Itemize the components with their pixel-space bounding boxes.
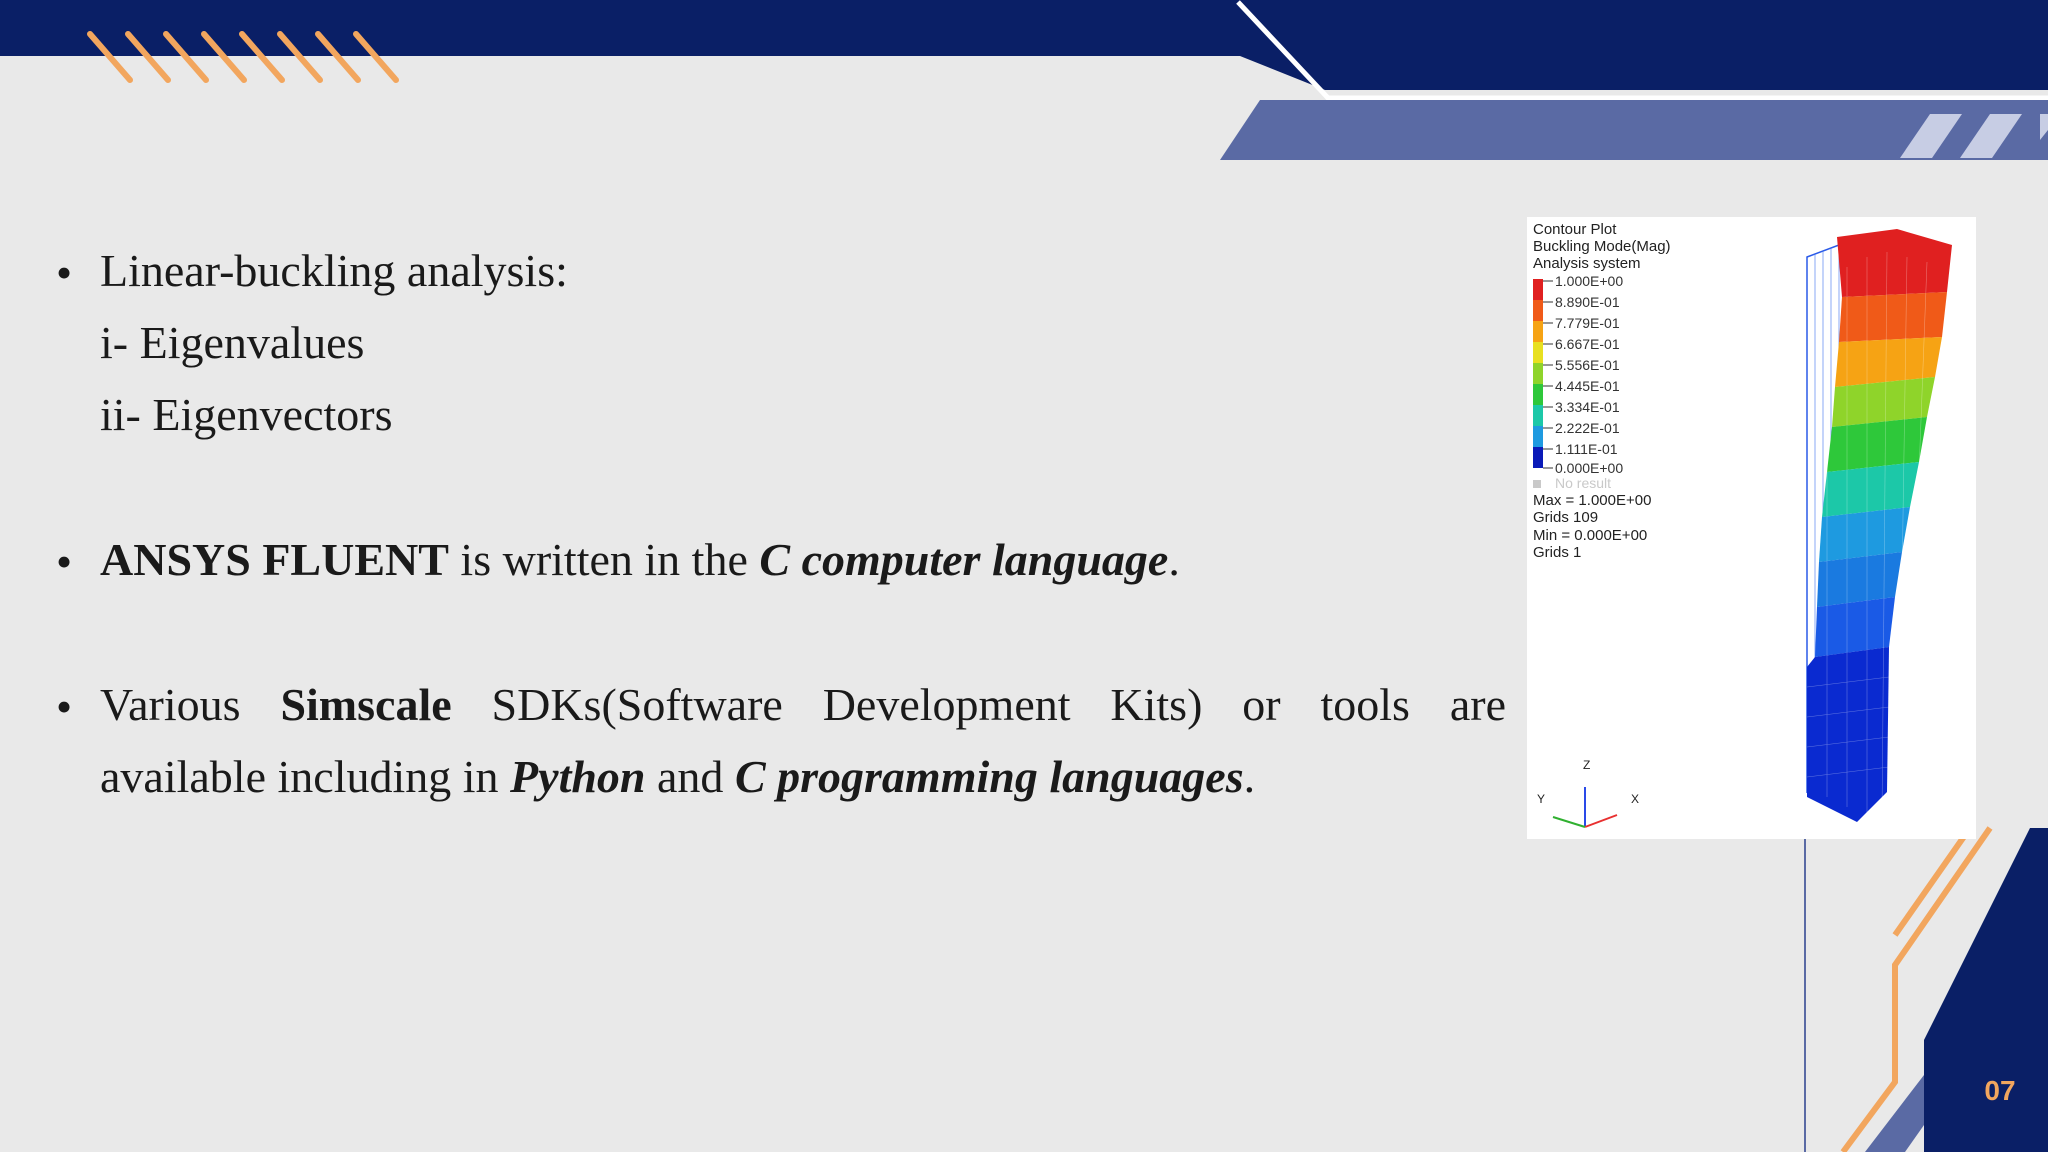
- slide-content: • Linear-buckling analysis: i- Eigenvalu…: [0, 0, 2048, 1152]
- legend-value: 0.000E+00: [1555, 460, 1624, 476]
- stat-grids-max: Grids 109: [1533, 509, 1599, 526]
- legend-value: 8.890E-01: [1555, 294, 1620, 310]
- page-number: 07: [1984, 1075, 2016, 1106]
- bullet-ansys-fluent: ANSYS FLUENT is written in the C compute…: [100, 533, 1180, 586]
- legend-no-result: No result: [1555, 475, 1612, 491]
- sub-item-eigenvectors: ii- Eigenvectors: [100, 389, 393, 440]
- bullet-linear-buckling: Linear-buckling analysis:: [100, 245, 568, 296]
- legend-value: 2.222E-01: [1555, 420, 1620, 436]
- period: .: [1168, 534, 1180, 585]
- stat-max: Max = 1.000E+00: [1533, 492, 1652, 509]
- stat-min: Min = 0.000E+00: [1533, 527, 1648, 544]
- legend-value: 4.445E-01: [1555, 378, 1620, 394]
- axis-triad: [1552, 787, 1618, 828]
- stat-grids-min: Grids 1: [1533, 544, 1582, 561]
- sub-item-eigenvalues: i- Eigenvalues: [100, 317, 365, 368]
- legend-value: 3.334E-01: [1555, 399, 1620, 415]
- python-text: Python: [510, 751, 646, 802]
- c-language-text: C computer language: [759, 534, 1169, 585]
- bullet-text: is written in the: [448, 534, 760, 585]
- bullet-simscale-line1: Various Simscale SDKs(Software Developme…: [100, 678, 1506, 731]
- axis-x-label: X: [1631, 792, 1640, 806]
- ansys-fluent-text: ANSYS FLUENT: [100, 534, 449, 585]
- legend-value: 7.779E-01: [1555, 315, 1620, 331]
- axis-y-label: Y: [1537, 792, 1546, 806]
- legend-value: 1.111E-01: [1555, 441, 1618, 457]
- c-programming-text: C programming languages: [734, 751, 1244, 802]
- bullet-text: available including in: [100, 751, 511, 802]
- legend-value: 6.667E-01: [1555, 336, 1620, 352]
- bullet-marker: •: [56, 247, 73, 298]
- legend-value: 1.000E+00: [1555, 273, 1624, 289]
- contour-plot-figure: Contour Plot Buckling Mode(Mag) Analysis…: [1527, 217, 1976, 839]
- bullet-text: SDKs(Software Development Kits) or tools…: [451, 679, 1506, 730]
- bullet-text: Various: [100, 679, 281, 730]
- bullet-marker: •: [56, 681, 73, 732]
- bullet-text: and: [645, 751, 735, 802]
- legend-value: 5.556E-01: [1555, 357, 1620, 373]
- simscale-text: Simscale: [280, 679, 452, 730]
- bullet-marker: •: [56, 536, 73, 587]
- period: .: [1243, 751, 1256, 802]
- bullet-simscale-line2: available including in Python and C prog…: [100, 750, 1255, 803]
- axis-z-label: Z: [1583, 758, 1591, 772]
- buckled-column-model: [1806, 229, 1952, 822]
